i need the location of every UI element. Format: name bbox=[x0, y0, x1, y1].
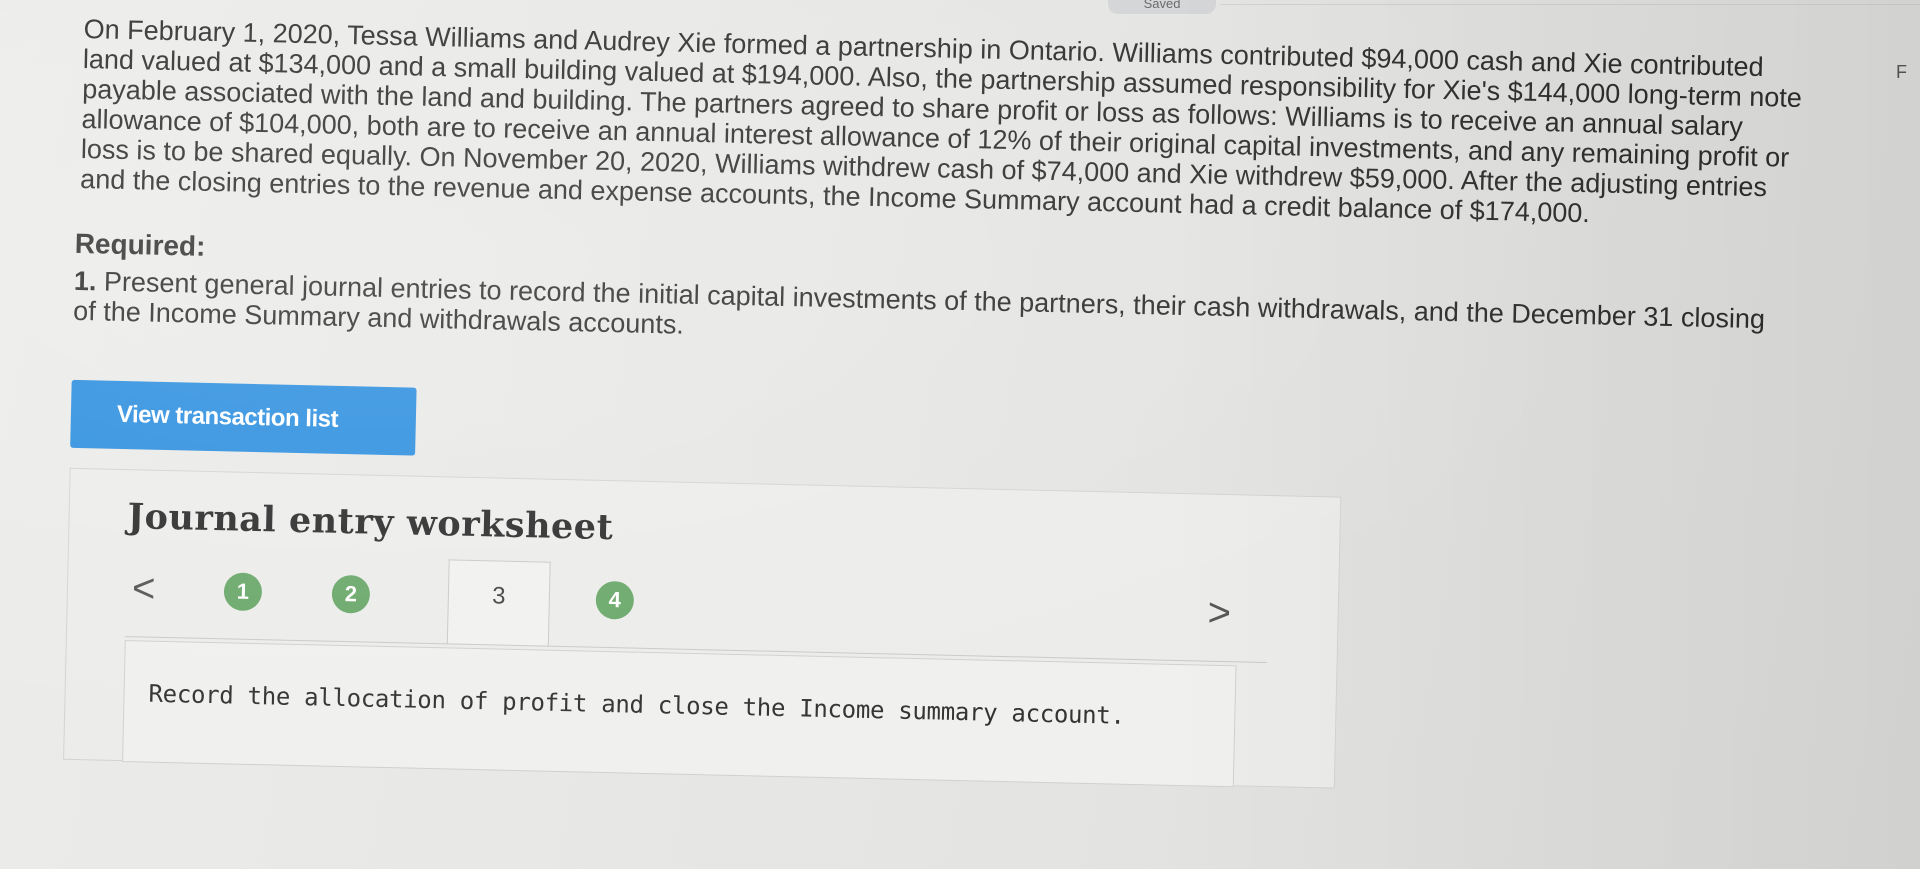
instruction-panel: Record the allocation of profit and clos… bbox=[122, 640, 1237, 788]
worksheet-instruction: Record the allocation of profit and clos… bbox=[148, 679, 1125, 730]
journal-entry-worksheet: Journal entry worksheet < 1 2 3 4 > Reco… bbox=[63, 467, 1342, 789]
saved-status-badge: Saved bbox=[1108, 0, 1216, 14]
problem-statement: On February 1, 2020, Tessa Williams and … bbox=[79, 14, 1803, 229]
view-transaction-list-button[interactable]: View transaction list bbox=[70, 379, 417, 456]
question-content: On February 1, 2020, Tessa Williams and … bbox=[63, 14, 1823, 799]
required-item-number: 1. bbox=[73, 265, 97, 297]
cut-off-edge-text: F bbox=[1896, 62, 1907, 82]
step-3-tab-current[interactable]: 3 bbox=[446, 559, 551, 647]
step-4-button[interactable]: 4 bbox=[595, 580, 635, 620]
top-divider bbox=[1220, 4, 1920, 5]
prev-step-chevron-left-icon[interactable]: < bbox=[131, 566, 155, 611]
step-2-button[interactable]: 2 bbox=[331, 574, 371, 614]
screen: Saved F On February 1, 2020, Tessa Willi… bbox=[0, 0, 1920, 869]
step-1-button[interactable]: 1 bbox=[223, 572, 263, 612]
next-step-chevron-right-icon[interactable]: > bbox=[1207, 591, 1231, 636]
worksheet-title: Journal entry worksheet bbox=[127, 496, 614, 549]
